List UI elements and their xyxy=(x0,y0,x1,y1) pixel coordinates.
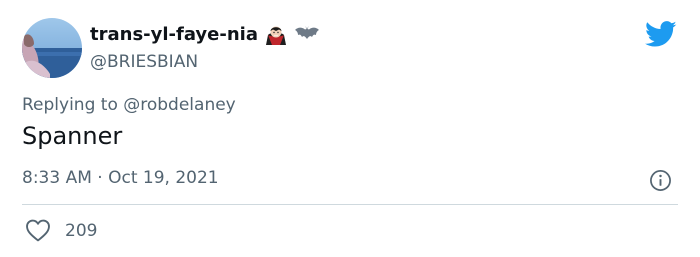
twitter-bird-icon[interactable] xyxy=(645,21,677,48)
tweet-date[interactable]: Oct 19, 2021 xyxy=(108,168,219,188)
heart-icon[interactable] xyxy=(25,219,51,242)
divider xyxy=(22,204,678,205)
timestamp-separator: · xyxy=(97,168,103,188)
tweet-text: Spanner xyxy=(22,122,123,150)
tweet-time[interactable]: 8:33 AM xyxy=(22,168,92,188)
info-icon[interactable] xyxy=(649,169,672,192)
reply-mention-link[interactable]: @robdelaney xyxy=(123,95,236,115)
like-count: 209 xyxy=(65,220,98,241)
reply-context: Replying to @robdelaney xyxy=(22,95,236,115)
author-name-row: trans-yl-faye-nia xyxy=(90,23,319,45)
vampire-emoji-icon xyxy=(264,23,288,45)
author-handle[interactable]: @BRIESBIAN xyxy=(90,52,198,72)
avatar[interactable] xyxy=(22,18,82,78)
display-name[interactable]: trans-yl-faye-nia xyxy=(90,24,258,45)
like-button[interactable]: 209 xyxy=(25,219,97,242)
tweet-card: trans-yl-faye-nia @BRIESBIAN Replying to xyxy=(0,0,700,257)
bat-emoji-icon xyxy=(294,23,319,45)
reply-prefix: Replying to xyxy=(22,95,118,115)
tweet-timestamp[interactable]: 8:33 AM · Oct 19, 2021 xyxy=(22,168,219,188)
